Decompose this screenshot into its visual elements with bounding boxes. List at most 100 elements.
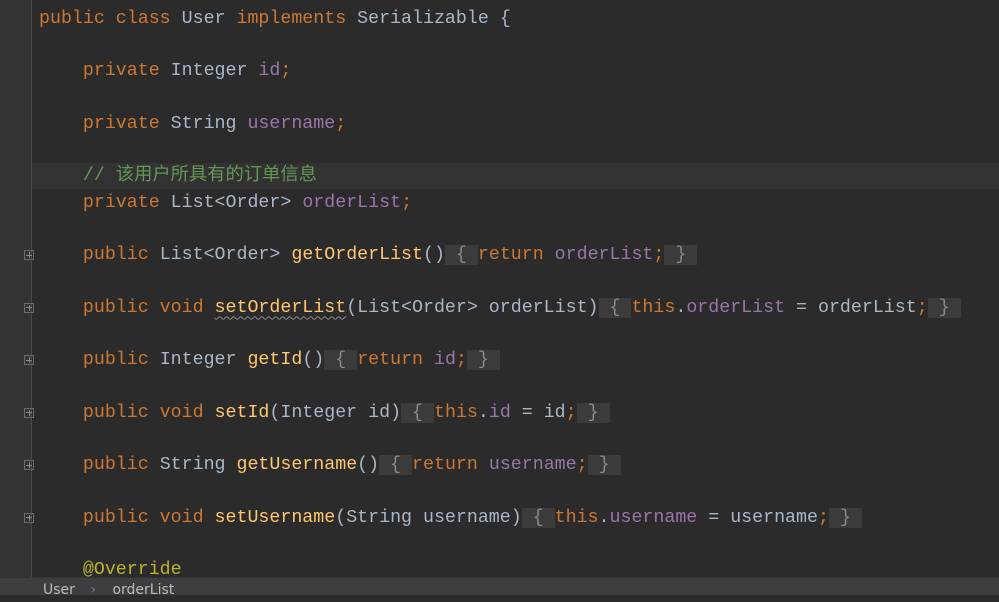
code-line[interactable] <box>32 478 999 504</box>
code-token: id <box>488 402 511 423</box>
folded-code-block[interactable]: } <box>576 402 610 423</box>
code-line[interactable]: private String username; <box>32 111 999 137</box>
code-line[interactable] <box>32 216 999 242</box>
code-token: () <box>357 455 380 476</box>
fold-expand-icon[interactable] <box>24 460 34 471</box>
code-token: ; <box>916 297 928 318</box>
breadcrumb-item-field[interactable]: orderList <box>112 582 174 598</box>
code-line[interactable]: public Integer getId() { return id; } <box>32 347 999 373</box>
fold-expand-icon[interactable] <box>24 512 34 523</box>
fold-expand-icon[interactable] <box>24 355 34 366</box>
folded-code-block[interactable]: { <box>521 507 555 528</box>
fold-expand-icon[interactable] <box>24 302 34 313</box>
code-token: Integer <box>159 350 248 371</box>
code-token: public <box>39 245 160 266</box>
code-token: return <box>357 350 434 371</box>
code-token: public void <box>39 402 215 423</box>
code-token: username <box>609 507 698 528</box>
code-token: Integer <box>170 61 259 82</box>
breadcrumb-item-class[interactable]: User <box>43 582 75 598</box>
fold-expand-icon[interactable] <box>24 250 34 261</box>
code-line[interactable]: public class User implements Serializabl… <box>32 6 999 32</box>
code-token: private <box>39 192 171 213</box>
code-token: = orderList <box>785 297 917 318</box>
code-token: ; <box>401 192 413 213</box>
code-token: String <box>159 455 237 476</box>
code-line[interactable] <box>32 137 999 163</box>
code-line[interactable] <box>32 321 999 347</box>
folded-code-block[interactable]: } <box>828 507 862 528</box>
code-token: (String username) <box>335 507 522 528</box>
code-editor[interactable]: public class User implements Serializabl… <box>32 0 999 580</box>
code-token: id <box>258 61 281 82</box>
code-token: public <box>39 350 160 371</box>
code-token: id <box>433 350 456 371</box>
code-token: orderList <box>302 192 402 213</box>
folded-code-block[interactable]: { <box>379 455 413 476</box>
code-token: getUsername <box>236 455 358 476</box>
code-token: getId <box>247 350 303 371</box>
code-line[interactable]: // 该用户所具有的订单信息 <box>32 163 999 190</box>
code-token: . <box>675 297 687 318</box>
code-line[interactable]: private List<Order> orderList; <box>32 190 999 216</box>
folded-code-block[interactable]: { <box>444 245 478 266</box>
code-token: ; <box>455 350 467 371</box>
code-token: return <box>412 455 489 476</box>
code-token: ; <box>565 402 577 423</box>
code-token: setUsername <box>214 507 336 528</box>
code-token: private <box>39 61 171 82</box>
editor-gutter <box>0 0 32 577</box>
code-token: ; <box>335 113 347 134</box>
code-line[interactable]: public void setUsername(String username)… <box>32 505 999 531</box>
folded-code-block[interactable]: { <box>324 350 358 371</box>
code-token: String <box>170 113 248 134</box>
code-line[interactable]: public void setId(Integer id) { this.id … <box>32 400 999 426</box>
code-token: return <box>477 245 555 266</box>
code-token: this <box>631 297 676 318</box>
folded-code-block[interactable]: { <box>401 402 434 423</box>
breadcrumb: User › orderList <box>0 577 999 598</box>
code-token: orderList <box>686 297 786 318</box>
code-token: username <box>488 455 577 476</box>
code-token: ; <box>653 245 665 266</box>
code-line[interactable]: private Integer id; <box>32 58 999 84</box>
code-token: public class <box>39 9 182 29</box>
folded-code-block[interactable]: } <box>466 350 500 371</box>
code-token: this <box>433 402 478 423</box>
code-token: = username <box>697 507 818 528</box>
folded-code-block[interactable]: } <box>587 455 621 476</box>
fold-expand-icon[interactable] <box>24 407 34 418</box>
code-token: implements <box>236 9 358 29</box>
code-token: List<Order> <box>159 245 292 266</box>
code-token: setId <box>214 402 270 423</box>
code-token: (Integer id) <box>269 402 402 423</box>
code-token: username <box>247 113 336 134</box>
code-token: setOrderList <box>214 297 347 318</box>
folded-code-block[interactable]: { <box>598 297 632 318</box>
code-line[interactable] <box>32 32 999 58</box>
folded-code-block[interactable]: } <box>664 245 698 266</box>
breadcrumb-separator: › <box>90 582 96 598</box>
code-line[interactable] <box>32 268 999 294</box>
code-token: ; <box>576 455 588 476</box>
code-token: User <box>181 9 237 29</box>
code-token: . <box>598 507 610 528</box>
code-line[interactable] <box>32 373 999 399</box>
code-line[interactable] <box>32 531 999 557</box>
code-token: (List<Order> orderList) <box>346 297 599 318</box>
folded-code-block[interactable]: } <box>927 297 961 318</box>
code-token: () <box>302 350 325 371</box>
code-token: () <box>423 245 445 266</box>
code-token: ; <box>817 507 829 528</box>
code-token: private <box>39 113 171 134</box>
code-line[interactable] <box>32 85 999 111</box>
code-token: . <box>477 402 489 423</box>
code-line[interactable] <box>32 426 999 452</box>
code-token: this <box>554 507 599 528</box>
code-line[interactable]: public void setOrderList(List<Order> ord… <box>32 295 999 321</box>
code-token: = id <box>510 402 566 423</box>
code-line[interactable]: public String getUsername() { return use… <box>32 452 999 478</box>
code-token: getOrderList <box>291 245 423 266</box>
code-token: public <box>39 455 160 476</box>
code-line[interactable]: public List<Order> getOrderList() { retu… <box>32 242 999 268</box>
